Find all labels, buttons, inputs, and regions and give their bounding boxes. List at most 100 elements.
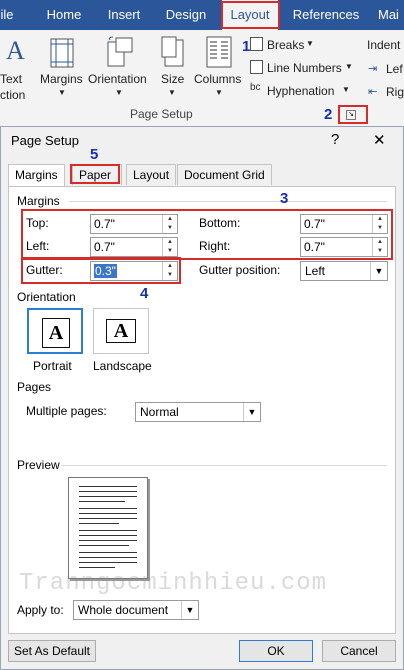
text-direction-button[interactable]: A Text ction: [0, 34, 34, 102]
preview-line: [79, 552, 137, 553]
breaks-dropdown-icon: ▼: [306, 39, 314, 48]
orientation-label: Orientation: [88, 72, 147, 86]
preview-line: [79, 530, 137, 531]
breaks-icon: [250, 37, 263, 51]
preview-line: [79, 513, 137, 514]
margins-dropdown-icon: ▼: [58, 88, 66, 97]
indent-right-label: Rig: [386, 85, 404, 99]
apply-to-label: Apply to:: [17, 603, 64, 617]
multiple-pages-label: Multiple pages:: [26, 404, 107, 418]
landscape-page-icon: A: [106, 319, 136, 343]
size-button[interactable]: Size ▼: [158, 34, 188, 102]
preview-line: [79, 545, 129, 546]
tab-file[interactable]: ile: [0, 0, 14, 30]
gutter-position-label: Gutter position:: [199, 263, 281, 277]
hyphenation-dropdown-icon: ▼: [342, 85, 350, 94]
text-direction-label: Text: [0, 72, 23, 86]
size-icon: [161, 36, 184, 67]
margins-button[interactable]: Margins ▼: [40, 34, 86, 102]
tab-insert[interactable]: Insert: [100, 0, 148, 30]
preview-line: [79, 562, 137, 563]
indent-left-label: Lef: [386, 62, 403, 76]
orientation-section-label: Orientation: [17, 290, 76, 304]
orientation-icon: [107, 36, 133, 67]
breaks-label: Breaks: [267, 38, 305, 52]
columns-icon: [206, 36, 232, 68]
ok-button[interactable]: OK: [239, 640, 313, 662]
annotation-number-2: 2: [324, 106, 333, 123]
columns-button[interactable]: Columns ▼: [194, 34, 244, 102]
gutter-position-select[interactable]: Left ▼: [300, 261, 388, 281]
tab-margins[interactable]: Margins: [8, 164, 65, 187]
preview-line: [79, 540, 137, 541]
close-button[interactable]: ✕: [373, 131, 386, 149]
margins-icon: [50, 38, 74, 68]
chevron-down-icon[interactable]: ▼: [181, 601, 198, 619]
hyphenation-button[interactable]: bc Hyphenation ▼: [250, 82, 354, 100]
chevron-down-icon[interactable]: ▼: [243, 403, 260, 421]
indent-left-field[interactable]: ⇥ Lef: [368, 60, 404, 78]
preview-line: [79, 557, 137, 558]
preview-line: [79, 518, 137, 519]
pages-section-label: Pages: [17, 380, 52, 394]
preview-line: [79, 501, 125, 502]
line-numbers-icon: [250, 60, 263, 74]
tab-layout-dialog[interactable]: Layout: [126, 164, 177, 185]
gutter-position-value: Left: [305, 264, 326, 278]
set-as-default-button[interactable]: Set As Default: [8, 640, 96, 662]
indent-left-icon: ⇥: [368, 63, 378, 75]
preview-line: [79, 508, 137, 509]
preview-line: [79, 567, 115, 568]
highlight-paper-tab: [70, 164, 120, 184]
cancel-button[interactable]: Cancel: [322, 640, 396, 662]
indent-right-icon: ⇤: [368, 86, 378, 98]
hyphenation-icon: bc: [250, 82, 261, 93]
tab-design[interactable]: Design: [158, 0, 214, 30]
line-numbers-label: Line Numbers: [267, 61, 342, 75]
tab-document-grid[interactable]: Document Grid: [177, 164, 272, 185]
annotation-number-1: 1: [242, 38, 251, 55]
dialog-title: Page Setup: [11, 133, 79, 148]
hyphenation-label: Hyphenation: [267, 84, 335, 98]
line-numbers-dropdown-icon: ▼: [345, 62, 353, 71]
margins-panel: Margins Top: 0.7" ▲ ▼ Left: 0.7" ▲ ▼ Bot…: [8, 186, 396, 634]
preview-line: [79, 496, 137, 497]
page-setup-group-name: Page Setup: [130, 107, 193, 121]
landscape-option[interactable]: A: [93, 308, 149, 354]
breaks-button[interactable]: Breaks ▼: [250, 36, 350, 54]
indent-right-field[interactable]: ⇤ Rig: [368, 83, 404, 101]
orientation-button[interactable]: Orientation ▼: [88, 34, 150, 102]
preview-line: [79, 491, 137, 492]
help-button[interactable]: ?: [331, 131, 339, 148]
landscape-label: Landscape: [93, 359, 152, 373]
tab-mailings[interactable]: Mai: [378, 0, 404, 30]
preview-line: [79, 486, 137, 487]
page-setup-dialog: Page Setup ? ✕ Margins Paper Layout Docu…: [0, 126, 404, 670]
size-label: Size: [161, 72, 185, 86]
annotation-number-3: 3: [280, 190, 289, 207]
apply-to-select[interactable]: Whole document ▼: [73, 600, 199, 620]
tab-references[interactable]: References: [290, 0, 362, 30]
multiple-pages-select[interactable]: Normal ▼: [135, 402, 261, 422]
apply-to-value: Whole document: [78, 603, 169, 617]
annotation-number-4: 4: [140, 285, 149, 302]
watermark-text: Tranngocminhhieu.com: [19, 570, 328, 597]
columns-dropdown-icon: ▼: [215, 88, 223, 97]
margins-section-label: Margins: [17, 194, 60, 208]
tab-home[interactable]: Home: [38, 0, 90, 30]
section-divider: [61, 465, 387, 466]
portrait-option[interactable]: A: [27, 308, 83, 354]
preview-section-label: Preview: [17, 458, 60, 472]
line-numbers-button[interactable]: Line Numbers ▼: [250, 59, 354, 77]
size-dropdown-icon: ▼: [168, 88, 176, 97]
chevron-down-icon[interactable]: ▼: [370, 262, 387, 280]
indent-label: Indent: [367, 38, 401, 52]
text-direction-icon: A: [6, 36, 25, 65]
multiple-pages-value: Normal: [140, 405, 179, 419]
portrait-page-icon: A: [42, 318, 70, 348]
preview-line: [79, 535, 137, 536]
columns-label: Columns: [194, 72, 242, 86]
preview-line: [79, 523, 119, 524]
section-divider: [69, 201, 387, 202]
text-direction-label-2: ction: [0, 88, 26, 102]
